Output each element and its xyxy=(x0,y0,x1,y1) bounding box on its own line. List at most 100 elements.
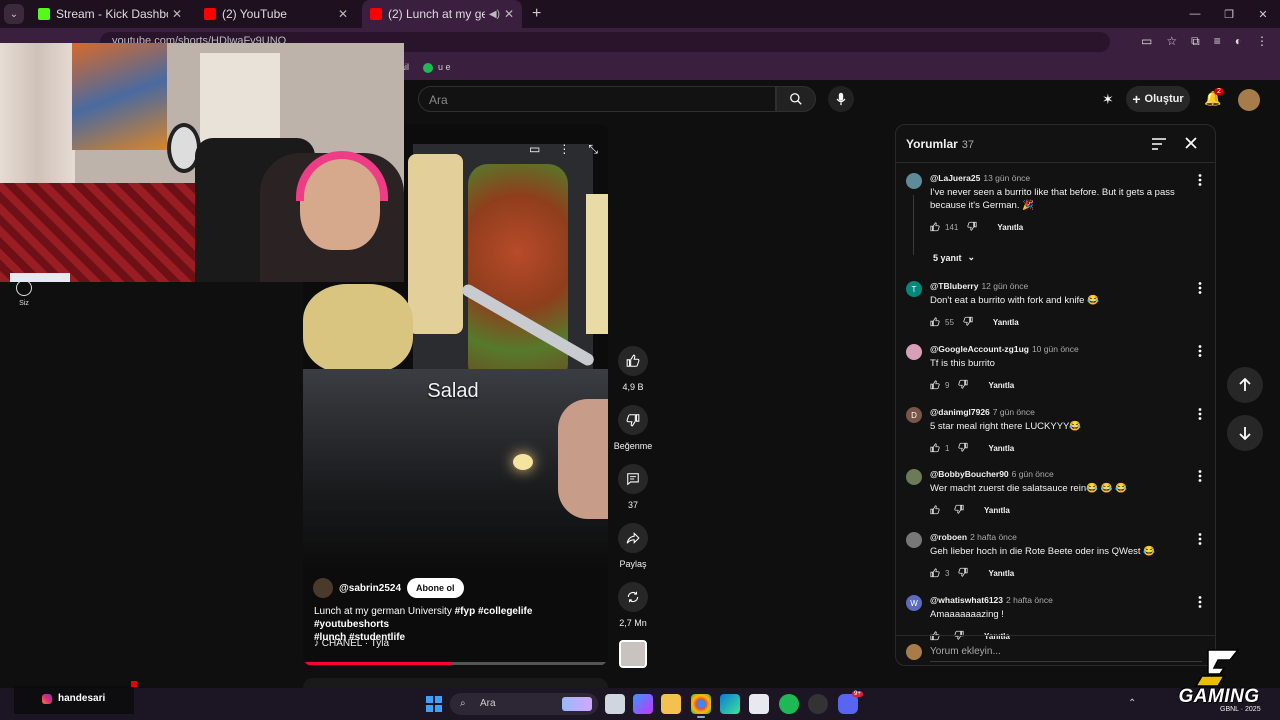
comment-dislike-button[interactable] xyxy=(958,567,969,579)
account-avatar[interactable] xyxy=(1238,89,1260,111)
channel-avatar[interactable] xyxy=(313,578,333,598)
comment-time[interactable]: 10 gün önce xyxy=(1032,344,1079,354)
tab-search-button[interactable]: ⌄ xyxy=(4,4,24,24)
comment-reply-button[interactable]: Yanıtla xyxy=(997,223,1023,232)
taskbar-search[interactable]: ⌕ Ara xyxy=(450,693,598,715)
search-button[interactable] xyxy=(776,86,816,112)
fullscreen-icon[interactable]: ⤡ xyxy=(588,142,598,157)
minimize-icon[interactable]: — xyxy=(1178,0,1212,28)
spotify-icon[interactable] xyxy=(779,694,799,714)
menu-icon[interactable]: ⋮ xyxy=(1256,34,1268,49)
comment-like-button[interactable] xyxy=(930,505,945,515)
close-tab-icon[interactable]: ✕ xyxy=(172,7,182,21)
comment-like-button[interactable]: 1 xyxy=(930,443,949,453)
comment-dislike-button[interactable] xyxy=(958,442,969,454)
comment-time[interactable]: 7 gün önce xyxy=(993,407,1035,417)
sound-thumbnail[interactable] xyxy=(619,640,647,668)
close-tab-icon[interactable]: ✕ xyxy=(504,7,514,21)
store-icon[interactable] xyxy=(749,694,769,714)
tray-chevron-icon[interactable]: ⌃ xyxy=(1128,698,1136,709)
file-explorer-icon[interactable] xyxy=(661,694,681,714)
comment-dislike-button[interactable] xyxy=(958,379,969,391)
comment-author[interactable]: @LaJuera25 xyxy=(930,173,980,183)
commenter-avatar[interactable]: W xyxy=(906,595,922,611)
comment-time[interactable]: 12 gün önce xyxy=(981,281,1028,291)
windows-start-icon[interactable] xyxy=(426,696,442,712)
comment-more-icon[interactable] xyxy=(1198,469,1202,487)
comment-dislike-button[interactable] xyxy=(967,221,977,233)
app-icon[interactable] xyxy=(808,694,828,714)
channel-name[interactable]: @sabrin2524 xyxy=(339,583,401,594)
remix-button[interactable] xyxy=(618,582,648,612)
commenter-avatar[interactable]: T xyxy=(906,281,922,297)
commenter-avatar[interactable] xyxy=(906,469,922,485)
comment-time[interactable]: 13 gün önce xyxy=(983,173,1030,183)
close-window-icon[interactable]: ✕ xyxy=(1246,0,1280,28)
speaker-icon[interactable]: ◀) xyxy=(489,9,500,20)
comment-time[interactable]: 2 hafta önce xyxy=(1006,595,1053,605)
you-icon[interactable] xyxy=(16,280,32,296)
commenter-avatar[interactable]: D xyxy=(906,407,922,423)
comment-more-icon[interactable] xyxy=(1198,281,1202,299)
discord-icon[interactable] xyxy=(838,694,858,714)
cast-icon[interactable]: ▭ xyxy=(1141,34,1152,49)
dislike-action[interactable]: Beğenme xyxy=(612,405,654,451)
comment-time[interactable]: 6 gün önce xyxy=(1012,469,1054,479)
commenter-avatar[interactable] xyxy=(906,344,922,360)
comment-time[interactable]: 2 hafta önce xyxy=(970,532,1017,542)
video-progress-bar[interactable] xyxy=(303,662,608,665)
comment-more-icon[interactable] xyxy=(1198,173,1202,191)
remix-action[interactable]: 2,7 Mn xyxy=(612,582,654,628)
bookmark-star-icon[interactable]: ☆ xyxy=(1166,34,1177,49)
extensions-icon[interactable]: ⧉ xyxy=(1191,34,1200,49)
comment-like-button[interactable]: 141 xyxy=(930,222,958,232)
comment-reply-button[interactable]: Yanıtla xyxy=(988,569,1014,578)
media-icon[interactable]: ≡ xyxy=(1214,34,1221,49)
comments-button[interactable] xyxy=(618,464,648,494)
comment-author[interactable]: @danimgl7926 xyxy=(930,407,990,417)
subscribe-button[interactable]: Abone ol xyxy=(407,578,464,598)
comments-action[interactable]: 37 xyxy=(612,464,654,510)
dislike-button[interactable] xyxy=(618,405,648,435)
maximize-icon[interactable]: ❐ xyxy=(1212,0,1246,28)
profile-icon[interactable]: ◐ xyxy=(1235,34,1242,49)
comment-like-button[interactable]: 3 xyxy=(930,568,949,578)
tab-kick-dashboard[interactable]: Stream - Kick Dashboard ✕ xyxy=(30,0,190,28)
comment-like-button[interactable]: 9 xyxy=(930,380,949,390)
voice-search-button[interactable] xyxy=(828,86,854,112)
chrome-icon[interactable] xyxy=(691,694,711,718)
new-tab-button[interactable]: + xyxy=(532,5,541,23)
close-icon[interactable] xyxy=(1185,137,1197,149)
comment-like-button[interactable]: 55 xyxy=(930,317,954,327)
next-short-button[interactable] xyxy=(1227,415,1263,451)
comment-reply-button[interactable]: Yanıtla xyxy=(984,506,1010,515)
music-row[interactable]: ♪ CHANEL · Tyla xyxy=(314,638,389,649)
bookmark-ue[interactable]: u e xyxy=(438,62,451,72)
edge-icon[interactable] xyxy=(720,694,740,714)
comment-dislike-button[interactable] xyxy=(954,504,964,516)
comment-dislike-button[interactable] xyxy=(963,316,973,328)
comment-reply-button[interactable]: Yanıtla xyxy=(988,381,1014,390)
task-view-icon[interactable] xyxy=(605,694,625,714)
sort-icon[interactable] xyxy=(1152,138,1166,150)
comment-input[interactable] xyxy=(930,642,1202,662)
comment-reply-button[interactable]: Yanıtla xyxy=(993,318,1019,327)
comment-author[interactable]: @roboen xyxy=(930,532,967,542)
comment-more-icon[interactable] xyxy=(1198,595,1202,613)
more-icon[interactable]: ⋮ xyxy=(558,142,570,157)
comment-more-icon[interactable] xyxy=(1198,344,1202,362)
subtitles-icon[interactable]: ▭ xyxy=(529,142,540,157)
comment-more-icon[interactable] xyxy=(1198,407,1202,425)
search-input[interactable]: Ara xyxy=(418,86,776,112)
comment-author[interactable]: @BobbyBoucher90 xyxy=(930,469,1009,479)
comment-author[interactable]: @TBluberry xyxy=(930,281,978,291)
like-button[interactable] xyxy=(618,346,648,376)
commenter-avatar[interactable] xyxy=(906,532,922,548)
tab-youtube[interactable]: (2) YouTube ✕ xyxy=(196,0,356,28)
create-button[interactable]: + Oluştur xyxy=(1126,86,1190,112)
comment-more-icon[interactable] xyxy=(1198,532,1202,550)
copilot-icon[interactable] xyxy=(633,694,653,714)
sparkle-icon[interactable]: ✶ xyxy=(1102,91,1114,108)
share-button[interactable] xyxy=(618,523,648,553)
close-tab-icon[interactable]: ✕ xyxy=(338,7,348,21)
